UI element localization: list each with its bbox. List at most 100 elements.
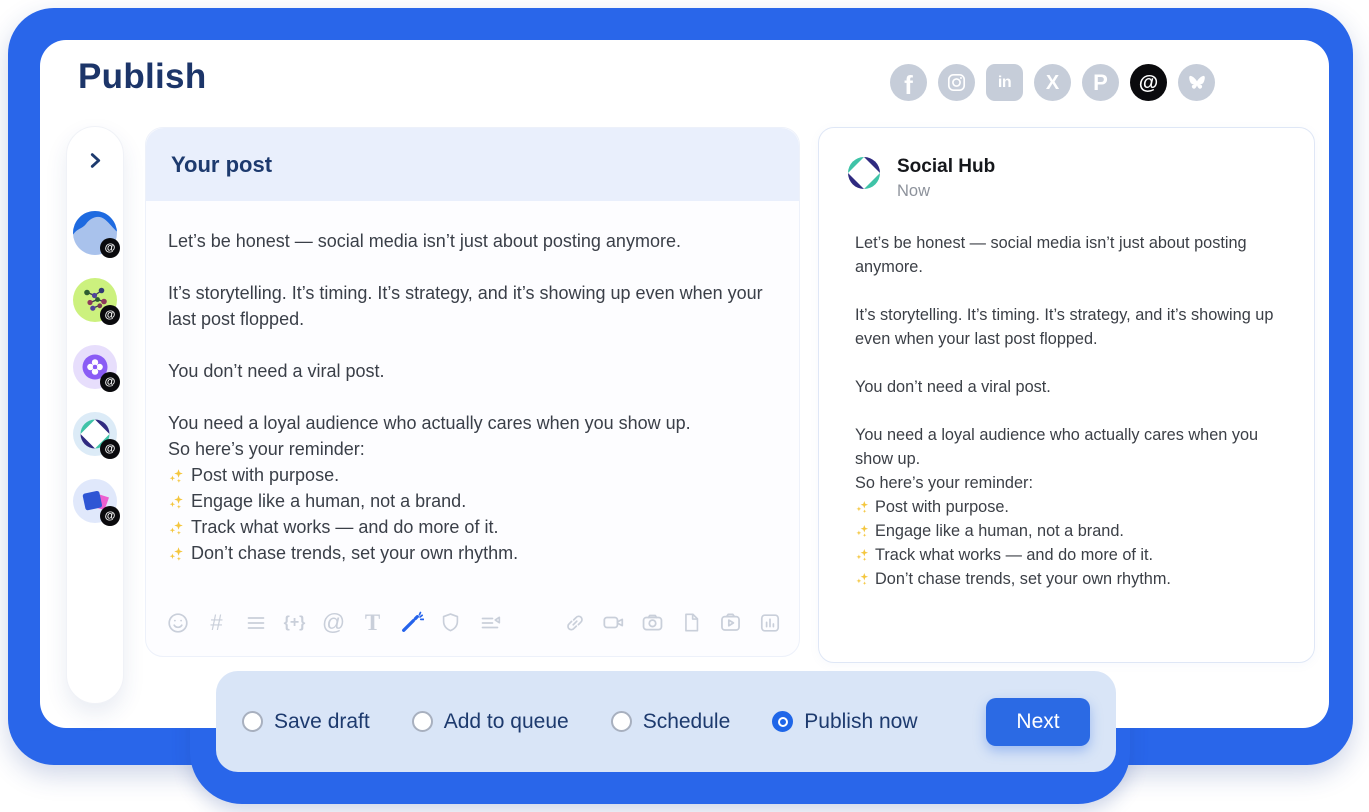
- sparkles-icon: [855, 571, 870, 586]
- post-line-text: Track what works — and do more of it.: [875, 546, 1153, 564]
- post-line-text: You need a loyal audience who actually c…: [168, 413, 691, 433]
- threads-badge-icon: @: [100, 305, 120, 325]
- toolbar-snippet-button[interactable]: {+}: [281, 609, 308, 636]
- post-preview-panel: Social Hub Now Let’s be honest — social …: [818, 127, 1315, 663]
- post-line-text: Track what works — and do more of it.: [191, 517, 498, 537]
- toolbar-file-button[interactable]: [678, 609, 705, 636]
- toolbar-link-button[interactable]: [561, 609, 588, 636]
- toolbar-video-file-button[interactable]: [717, 609, 744, 636]
- sparkles-icon: [168, 545, 185, 562]
- post-line: You need a loyal audience who actually c…: [168, 410, 785, 436]
- mention-icon: @: [322, 611, 345, 634]
- post-line: Post with purpose.: [855, 495, 1276, 519]
- radio-schedule[interactable]: [611, 711, 632, 732]
- shield-icon: [439, 611, 462, 634]
- toolbar-camera-button[interactable]: [639, 609, 666, 636]
- post-line: So here’s your reminder:: [855, 471, 1276, 495]
- account-avatar-2[interactable]: @: [73, 278, 117, 322]
- post-line-text: Let’s be honest — social media isn’t jus…: [168, 231, 681, 251]
- threads-badge-icon: @: [100, 372, 120, 392]
- option-label[interactable]: Publish now: [804, 710, 917, 734]
- account-avatar-3[interactable]: @: [73, 345, 117, 389]
- toolbar-text-style-button[interactable]: T: [359, 609, 386, 636]
- link-icon: [563, 611, 587, 635]
- post-editor-panel: Your post Let’s be honest — social media…: [145, 127, 800, 657]
- toolbar-chart-button[interactable]: [756, 609, 783, 636]
- network-threads-icon[interactable]: @: [1130, 64, 1167, 101]
- snippet-icon: {+}: [284, 615, 306, 631]
- network-pinterest-icon[interactable]: P: [1082, 64, 1119, 101]
- toolbar-emoji-button[interactable]: [164, 609, 191, 636]
- network-facebook-icon[interactable]: f: [890, 64, 927, 101]
- post-line: Let’s be honest — social media isn’t jus…: [855, 231, 1276, 279]
- account-sidebar: @ @ @ @ @: [66, 126, 124, 704]
- post-line-text: It’s storytelling. It’s timing. It’s str…: [855, 306, 1273, 348]
- option-publish-now[interactable]: Publish now: [772, 710, 917, 734]
- video-icon: [601, 610, 626, 635]
- option-add-to-queue[interactable]: Add to queue: [412, 710, 569, 734]
- toolbar-shield-button[interactable]: [437, 609, 464, 636]
- toolbar-video-button[interactable]: [600, 609, 627, 636]
- sparkles-icon: [855, 499, 870, 514]
- post-line: [168, 384, 785, 410]
- page-title: Publish: [78, 57, 207, 97]
- post-line-text: You don’t need a viral post.: [855, 378, 1051, 396]
- threads-badge-icon: @: [100, 506, 120, 526]
- post-line-text: So here’s your reminder:: [855, 474, 1033, 492]
- post-editor[interactable]: Let’s be honest — social media isn’t jus…: [146, 201, 799, 566]
- sparkles-icon: [168, 519, 185, 536]
- toolbar-hashtag-button[interactable]: #: [203, 609, 230, 636]
- preview-header: Social Hub Now: [819, 128, 1314, 201]
- post-line-text: So here’s your reminder:: [168, 439, 365, 459]
- post-line: You need a loyal audience who actually c…: [855, 423, 1276, 471]
- post-line: You don’t need a viral post.: [855, 375, 1276, 399]
- post-line: Track what works — and do more of it.: [168, 514, 785, 540]
- post-line-text: Don’t chase trends, set your own rhythm.: [191, 543, 518, 563]
- radio-publish-now[interactable]: [772, 711, 793, 732]
- post-line: [855, 351, 1276, 375]
- post-line: [855, 399, 1276, 423]
- toolbar-mention-button[interactable]: @: [320, 609, 347, 636]
- post-line-text: Post with purpose.: [191, 465, 339, 485]
- option-label[interactable]: Save draft: [274, 710, 370, 734]
- radio-save-draft[interactable]: [242, 711, 263, 732]
- account-avatar-4[interactable]: @: [73, 412, 117, 456]
- editor-title: Your post: [171, 152, 272, 178]
- post-line-text: Engage like a human, not a brand.: [191, 491, 466, 511]
- preview-post-text: Let’s be honest — social media isn’t jus…: [819, 201, 1314, 591]
- sparkles-icon: [855, 523, 870, 538]
- network-bluesky-icon[interactable]: [1178, 64, 1215, 101]
- option-label[interactable]: Schedule: [643, 710, 731, 734]
- post-line: Don’t chase trends, set your own rhythm.: [168, 540, 785, 566]
- sparkles-icon: [168, 467, 185, 484]
- account-avatar-5[interactable]: @: [73, 479, 117, 523]
- toolbar-list-end-button[interactable]: [476, 609, 503, 636]
- threads-badge-icon: @: [100, 238, 120, 258]
- account-avatar-list: @ @ @ @ @: [67, 211, 123, 523]
- radio-add-to-queue[interactable]: [412, 711, 433, 732]
- next-button[interactable]: Next: [986, 698, 1090, 746]
- post-line-text: You need a loyal audience who actually c…: [855, 426, 1258, 468]
- network-linkedin-icon[interactable]: in: [986, 64, 1023, 101]
- post-line-text: Let’s be honest — social media isn’t jus…: [855, 234, 1247, 276]
- post-line: It’s storytelling. It’s timing. It’s str…: [168, 280, 785, 332]
- chevron-right-icon: [87, 152, 104, 169]
- post-line: Engage like a human, not a brand.: [855, 519, 1276, 543]
- sidebar-collapse-button[interactable]: [67, 137, 123, 183]
- editor-toolbar: # {+} @ T: [164, 609, 783, 636]
- account-avatar-1[interactable]: @: [73, 211, 117, 255]
- post-line: Post with purpose.: [168, 462, 785, 488]
- magic-wand-icon: [399, 610, 424, 635]
- toolbar-text-lines-button[interactable]: [242, 609, 269, 636]
- post-line: [168, 332, 785, 358]
- network-instagram-icon[interactable]: [938, 64, 975, 101]
- network-x-icon[interactable]: X: [1034, 64, 1071, 101]
- toolbar-magic-wand-button[interactable]: [398, 609, 425, 636]
- threads-badge-icon: @: [100, 439, 120, 459]
- post-line: You don’t need a viral post.: [168, 358, 785, 384]
- post-line: Let’s be honest — social media isn’t jus…: [168, 228, 785, 254]
- option-schedule[interactable]: Schedule: [611, 710, 731, 734]
- post-line: Track what works — and do more of it.: [855, 543, 1276, 567]
- option-save-draft[interactable]: Save draft: [242, 710, 370, 734]
- option-label[interactable]: Add to queue: [444, 710, 569, 734]
